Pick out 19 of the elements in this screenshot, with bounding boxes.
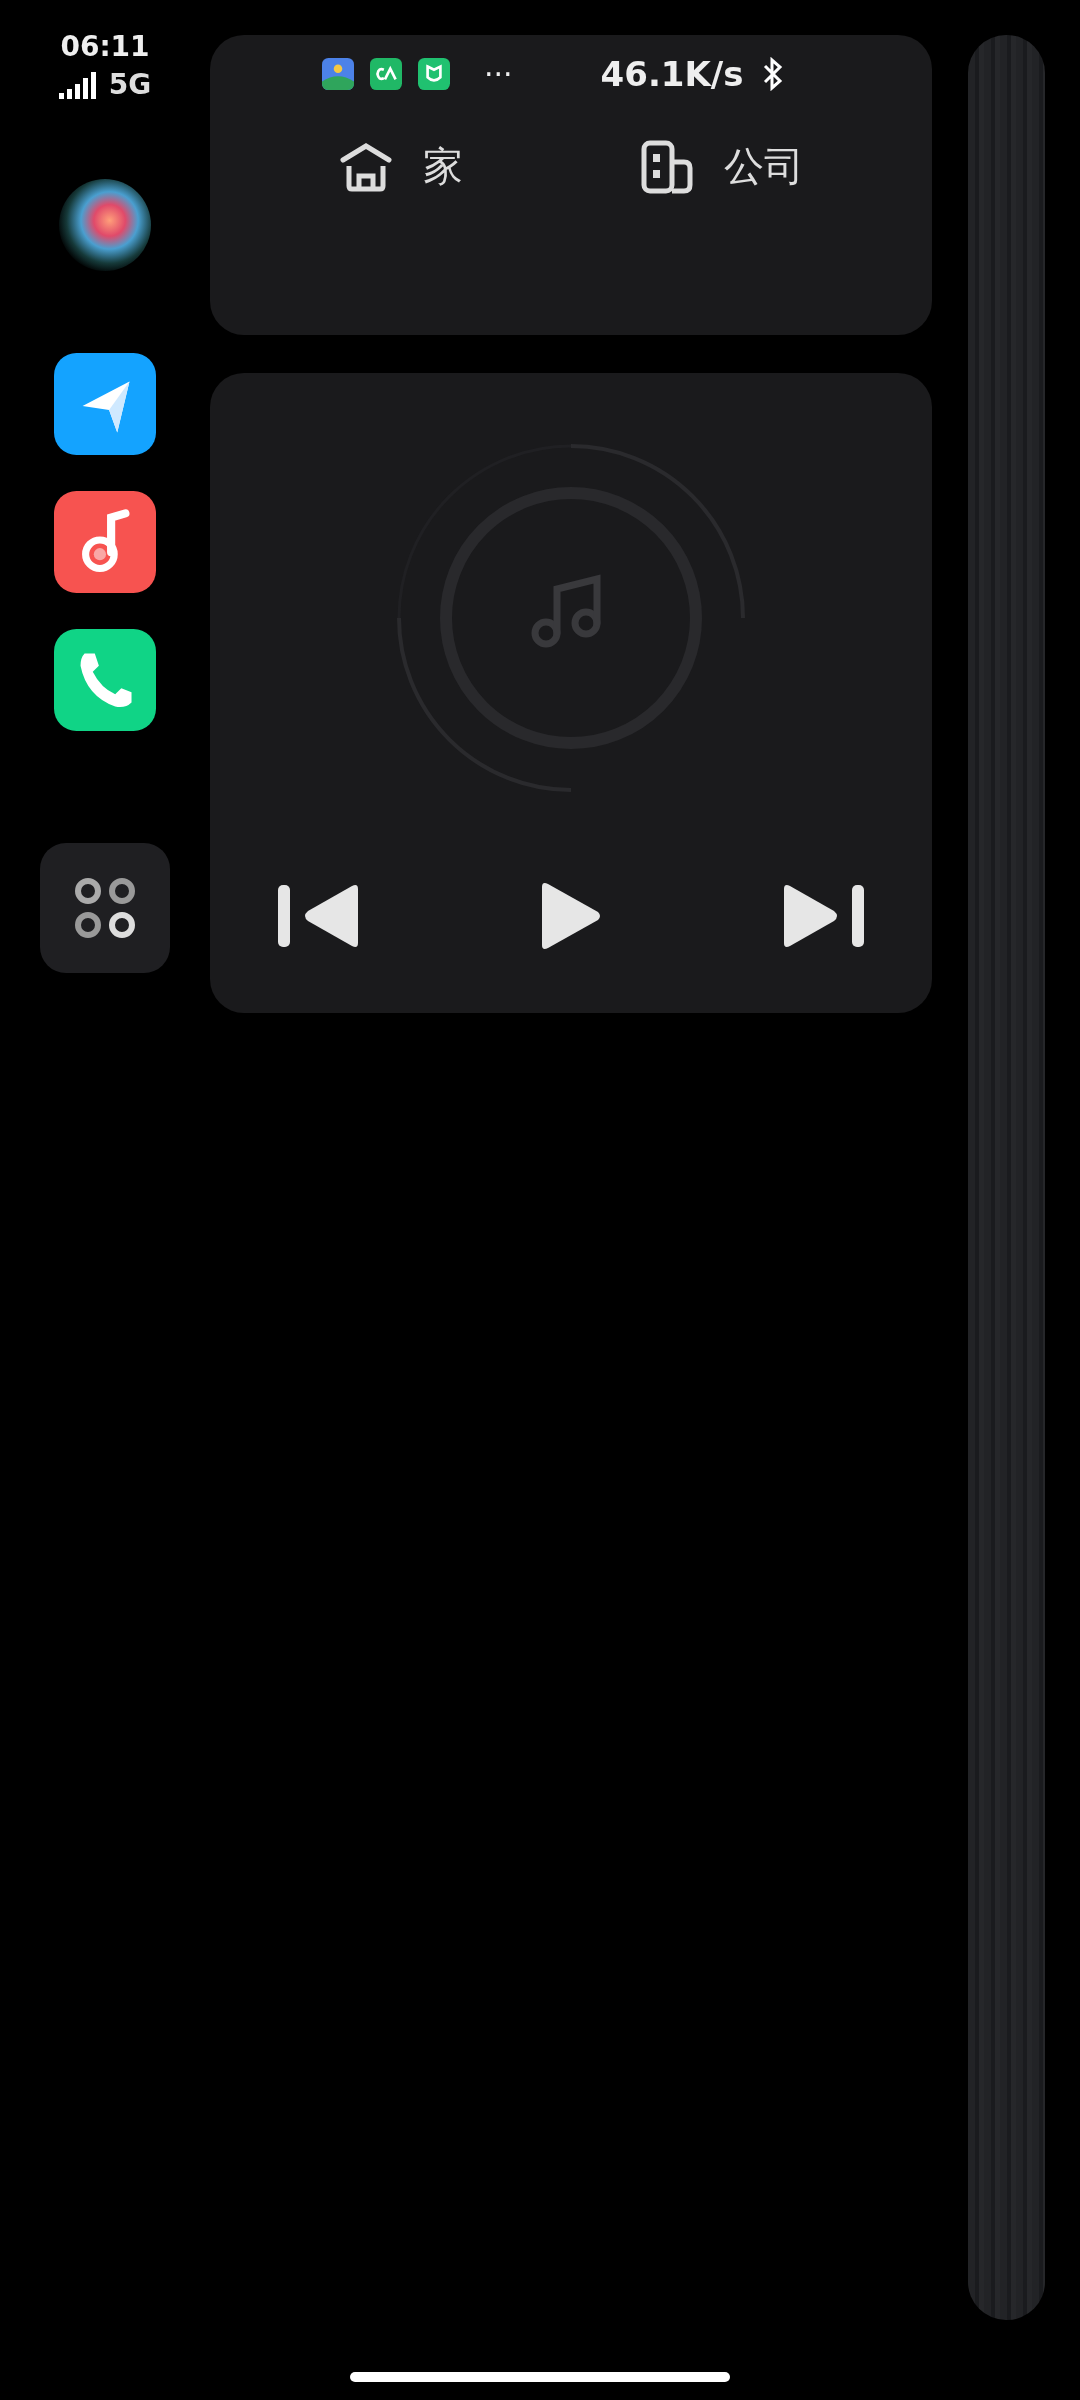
phone-app-icon[interactable] bbox=[54, 629, 156, 731]
house-icon bbox=[338, 141, 393, 192]
music-note-app-icon[interactable] bbox=[54, 491, 156, 593]
status-time: 06:11 bbox=[60, 30, 150, 63]
previous-track-button[interactable] bbox=[278, 883, 360, 949]
ca-notification-icon bbox=[370, 58, 402, 90]
play-button[interactable] bbox=[540, 881, 602, 951]
shortcut-button[interactable]: 家 bbox=[328, 135, 473, 198]
building-icon bbox=[639, 139, 694, 194]
paper-plane-app-icon[interactable] bbox=[54, 353, 156, 455]
shield-notification-icon bbox=[418, 58, 450, 90]
four-circles-icon bbox=[74, 877, 136, 939]
more-notifications: ··· bbox=[484, 56, 513, 92]
next-track-button[interactable] bbox=[782, 883, 864, 949]
shortcut-button[interactable]: 公司 bbox=[629, 135, 814, 198]
network-type: 5G bbox=[108, 71, 152, 99]
network-speed: 46.1K/s bbox=[600, 54, 744, 94]
gallery-notification-icon bbox=[322, 58, 354, 90]
app-drawer-button[interactable] bbox=[40, 843, 170, 973]
